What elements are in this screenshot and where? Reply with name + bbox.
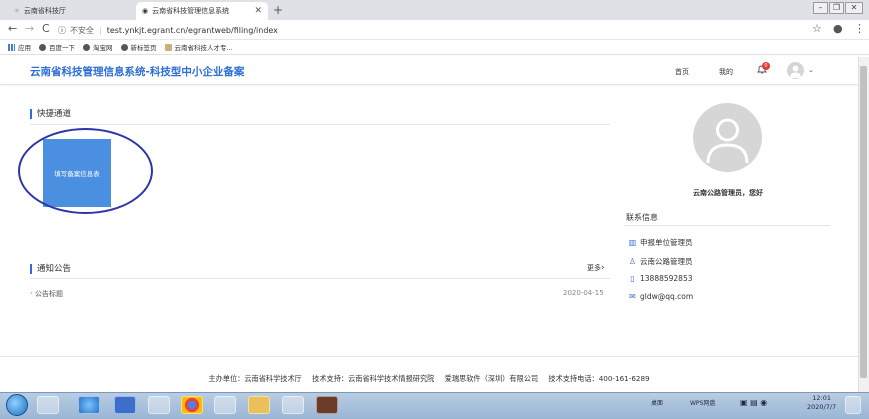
taskbar-ie-icon[interactable] xyxy=(78,396,100,414)
globe-icon xyxy=(120,43,128,51)
profile-icon[interactable]: ● xyxy=(833,22,843,35)
contact-phone: 13888592853 xyxy=(640,274,693,283)
taskbar-app-icon[interactable] xyxy=(316,396,338,414)
notice-item-date: 2020-04-15 xyxy=(563,289,604,297)
system-clock[interactable]: 12:01 2020/7/7 xyxy=(807,394,836,412)
browser-tab-strip xyxy=(0,0,869,20)
minimize-window-button[interactable]: – xyxy=(813,2,828,14)
footer-sponsor: 主办单位：云南省科学技术厅 xyxy=(208,374,302,383)
footer-company: 爱瑞思软件（深圳）有限公司 xyxy=(444,374,539,383)
show-desktop-icon[interactable] xyxy=(845,396,861,414)
user-greeting: 云南公路管理员，您好 xyxy=(693,189,763,197)
page-title: 云南省科技管理信息系统-科技型中小企业备案 xyxy=(30,66,245,78)
footer-phone: 技术支持电话：400-161-6289 xyxy=(548,374,650,383)
bookmarks-bar: 应用 百度一下 淘宝网 新标签页 云南省科技人才专... xyxy=(0,40,869,55)
start-button[interactable] xyxy=(6,394,28,416)
info-icon: ⓘ xyxy=(58,26,66,35)
browser-tab-2[interactable]: ◉ 云南省科技管理信息系统 ✕ xyxy=(136,2,268,20)
clock-date: 2020/7/7 xyxy=(807,403,837,411)
globe-icon xyxy=(39,43,46,51)
forward-icon[interactable]: → xyxy=(25,22,34,35)
star-icon[interactable]: ☆ xyxy=(812,22,822,35)
footer-support: 技术支持：云南省科学技术情报研究院 xyxy=(312,374,435,383)
tab-favicon-icon: ✳ xyxy=(14,7,20,15)
highlight-ellipse xyxy=(18,128,153,214)
profile-avatar xyxy=(693,103,762,172)
user-avatar[interactable] xyxy=(787,62,804,79)
chevron-right-icon: › xyxy=(30,289,33,297)
chevron-right-icon: › xyxy=(601,263,605,273)
taskbar-paint-icon[interactable] xyxy=(214,396,236,414)
taskbar-chrome-icon[interactable] xyxy=(181,396,203,414)
security-label: 不安全 xyxy=(70,26,94,35)
address-bar[interactable]: ⓘ 不安全 | test.ynkjt.egrant.cn/egrantweb/f… xyxy=(58,23,828,38)
url-text: test.ynkjt.egrant.cn/egrantweb/filing/in… xyxy=(106,26,278,35)
building-icon: ▥ xyxy=(628,238,637,247)
contact-email: gldw@qq.com xyxy=(640,292,694,301)
taskbar-app-icon[interactable] xyxy=(282,396,304,414)
user-icon xyxy=(706,118,749,164)
nav-mine-link[interactable]: 我的 xyxy=(719,67,733,77)
apps-icon xyxy=(8,43,15,51)
tab-label: 云南省科技厅 xyxy=(23,7,66,15)
new-tab-button[interactable]: + xyxy=(273,3,283,17)
contact-org-row: ▥ 申报单位管理员 xyxy=(628,237,693,248)
site-footer: 主办单位：云南省科学技术厅 技术支持：云南省科学技术情报研究院 爱瑞思软件（深圳… xyxy=(0,374,858,384)
desktop-label[interactable]: 桌面 xyxy=(651,398,663,407)
nav-home-link[interactable]: 首页 xyxy=(675,67,689,77)
tab-label: 云南省科技管理信息系统 xyxy=(152,7,230,15)
phone-icon: ▯ xyxy=(630,274,635,283)
tab-favicon-icon: ◉ xyxy=(142,7,149,15)
mail-icon: ✉ xyxy=(629,292,636,301)
bookmark-new-tab[interactable]: 新标签页 xyxy=(120,42,157,52)
contact-phone-row: ▯ 13888592853 xyxy=(628,274,693,283)
divider xyxy=(30,278,610,279)
taskbar-word-icon[interactable] xyxy=(114,396,136,414)
bookmark-baidu[interactable]: 百度一下 xyxy=(39,42,75,52)
notice-item-title[interactable]: 公告标题 xyxy=(35,289,63,299)
notices-heading: 通知公告 xyxy=(30,264,71,274)
browser-tab-1[interactable]: ✳ 云南省科技厅 xyxy=(8,2,126,20)
scrollbar-thumb[interactable] xyxy=(860,66,867,378)
restore-window-button[interactable]: ❐ xyxy=(829,2,844,14)
bookmark-apps[interactable]: 应用 xyxy=(8,42,31,52)
person-icon: ♙ xyxy=(628,257,637,266)
footer-divider xyxy=(0,356,858,357)
divider xyxy=(30,124,610,125)
reload-icon[interactable]: C xyxy=(42,22,50,35)
clock-time: 12:01 xyxy=(812,394,831,402)
menu-icon[interactable]: ⋮ xyxy=(854,22,865,35)
divider xyxy=(624,225,830,226)
taskbar-folder-icon[interactable] xyxy=(248,396,270,414)
page-icon xyxy=(164,43,172,51)
close-tab-icon[interactable]: ✕ xyxy=(254,6,262,16)
user-icon xyxy=(790,65,801,78)
wps-cloud-label[interactable]: WPS网盘 xyxy=(690,398,715,407)
notification-badge: 0 xyxy=(762,62,770,70)
contact-email-row: ✉ gldw@qq.com xyxy=(628,292,693,301)
taskbar-app-icon[interactable] xyxy=(148,396,170,414)
more-link[interactable]: 更多› xyxy=(587,263,605,273)
contact-name-row: ♙ 云南公路管理员 xyxy=(628,256,693,267)
globe-icon xyxy=(83,43,90,51)
contact-heading: 联系信息 xyxy=(626,213,658,222)
chevron-down-icon[interactable]: ⌄ xyxy=(808,66,814,74)
close-window-button[interactable]: ✕ xyxy=(845,2,863,14)
bookmark-talent[interactable]: 云南省科技人才专... xyxy=(164,42,233,52)
contact-name: 云南公路管理员 xyxy=(640,257,693,266)
separator: | xyxy=(99,26,102,35)
quick-access-heading: 快捷通道 xyxy=(30,109,71,119)
taskbar-app-icon[interactable] xyxy=(37,396,59,414)
contact-org: 申报单位管理员 xyxy=(640,238,693,247)
back-icon[interactable]: ← xyxy=(8,22,17,35)
tray-icons[interactable]: ▣ ▤ ◉ xyxy=(740,398,767,407)
bookmark-taobao[interactable]: 淘宝网 xyxy=(83,42,113,52)
